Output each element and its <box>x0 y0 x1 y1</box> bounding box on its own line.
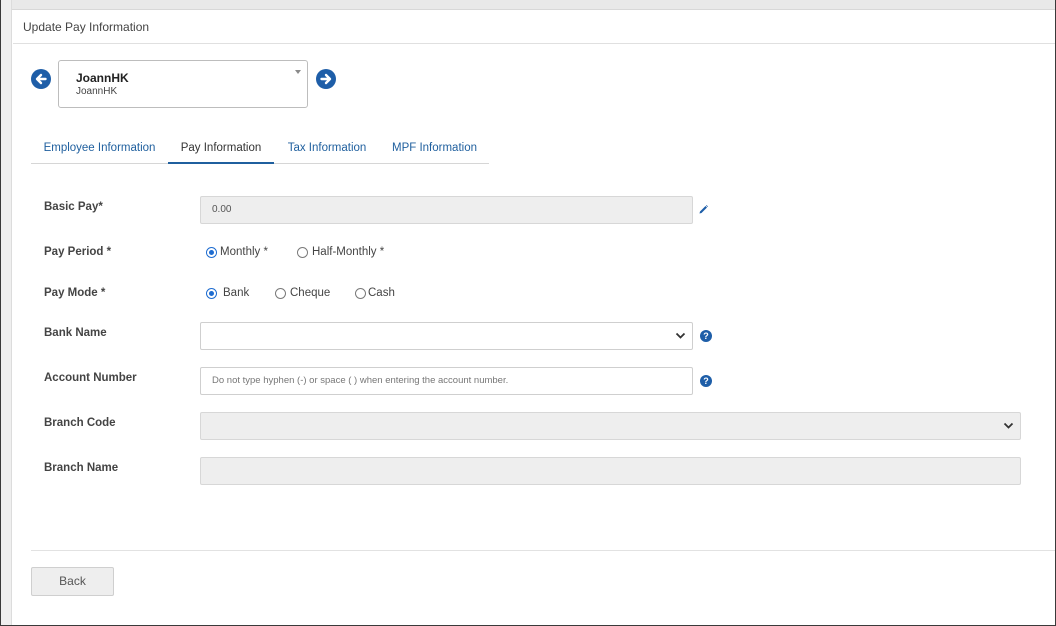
tab-tax-information[interactable]: Tax Information <box>274 134 380 164</box>
tab-bar: Employee Information Pay Information Tax… <box>31 134 489 164</box>
branch-name-label: Branch Name <box>44 462 119 474</box>
pay-mode-cheque-label: Cheque <box>290 287 331 299</box>
pay-period-half-monthly-label: Half-Monthly * <box>312 246 385 258</box>
employee-name: JoannHK <box>76 71 129 85</box>
basic-pay-label: Basic Pay* <box>44 201 103 213</box>
bank-name-select[interactable] <box>200 322 693 350</box>
account-number-label: Account Number <box>44 372 137 384</box>
pay-mode-group: Bank Cheque Cash <box>206 287 406 304</box>
panel-header: Update Pay Information <box>13 11 1055 44</box>
previous-employee-button[interactable] <box>31 69 51 89</box>
employee-subtitle: JoannHK <box>76 86 118 97</box>
branch-code-select <box>200 412 1021 440</box>
pay-period-half-monthly-radio[interactable] <box>297 247 308 258</box>
tab-employee-information[interactable]: Employee Information <box>31 134 168 164</box>
branch-code-label: Branch Code <box>44 417 116 429</box>
pay-mode-cash-radio[interactable] <box>355 288 366 299</box>
bank-name-help-icon[interactable]: ? <box>700 330 712 342</box>
pay-mode-cheque-radio[interactable] <box>275 288 286 299</box>
page-title: Update Pay Information <box>23 20 150 34</box>
pay-period-label: Pay Period * <box>44 246 112 258</box>
employee-selector[interactable]: JoannHK JoannHK <box>58 60 308 108</box>
pay-mode-bank-label: Bank <box>223 287 250 299</box>
chevron-down-icon <box>675 332 686 339</box>
pay-mode-bank-radio[interactable] <box>206 288 217 299</box>
account-number-input[interactable]: Do not type hyphen (-) or space ( ) when… <box>200 367 693 395</box>
caret-down-icon <box>295 70 301 74</box>
pay-mode-label: Pay Mode * <box>44 287 106 299</box>
pay-period-group: Monthly * Half-Monthly * <box>206 246 406 263</box>
pay-mode-cash-label: Cash <box>368 287 395 299</box>
next-employee-button[interactable] <box>316 69 336 89</box>
pencil-icon[interactable] <box>698 204 709 215</box>
tab-pay-information[interactable]: Pay Information <box>168 134 274 164</box>
bank-name-label: Bank Name <box>44 327 107 339</box>
arrow-left-circle-icon <box>35 73 47 85</box>
back-button[interactable]: Back <box>31 567 114 596</box>
account-number-help-icon[interactable]: ? <box>700 375 712 387</box>
pay-period-monthly-label: Monthly * <box>220 246 268 258</box>
pay-period-monthly-radio[interactable] <box>206 247 217 258</box>
chevron-down-icon <box>1003 422 1014 429</box>
arrow-right-circle-icon <box>320 73 332 85</box>
branch-name-field <box>200 457 1021 485</box>
basic-pay-field: 0.00 <box>200 196 693 224</box>
footer-divider <box>31 550 1055 551</box>
tab-mpf-information[interactable]: MPF Information <box>380 134 489 164</box>
